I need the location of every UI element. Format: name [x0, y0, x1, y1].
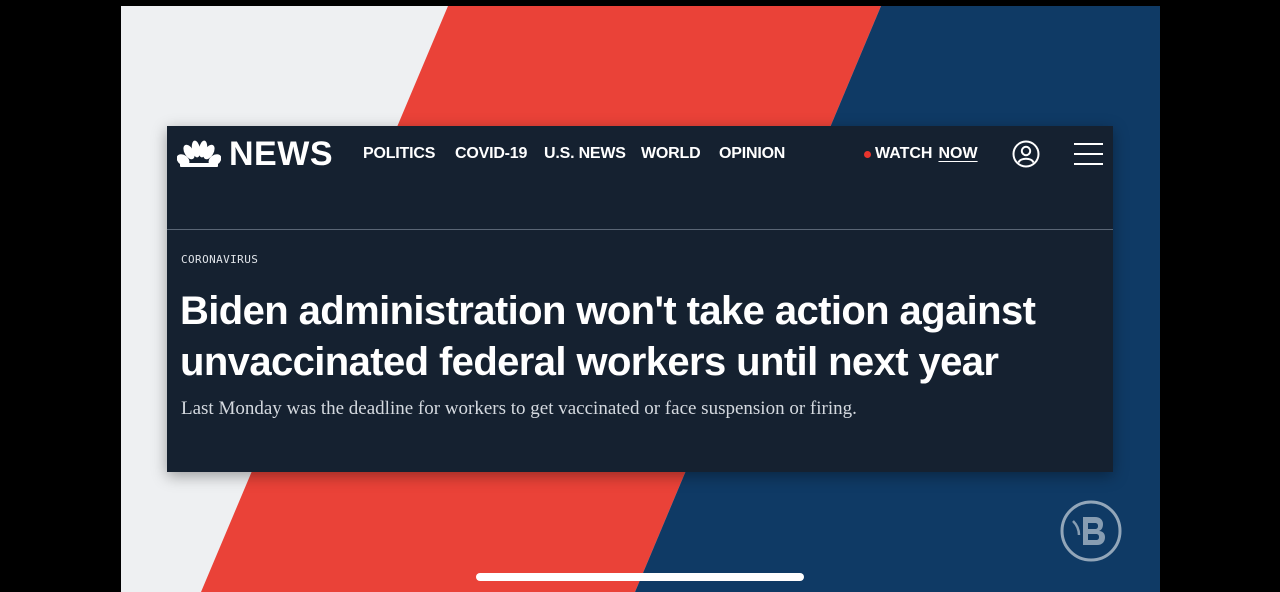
nav-item-us-news[interactable]: U.S. NEWS: [544, 145, 626, 163]
headline-line-1: Biden administration won't take action a…: [180, 289, 1036, 333]
nbc-peacock-icon: [177, 140, 221, 167]
live-dot-icon: [864, 150, 871, 158]
site-header: NEWS POLITICS COVID-19 U.S. NEWS WORLD O…: [167, 126, 1113, 182]
nav-item-politics[interactable]: POLITICS: [363, 145, 435, 163]
logo-wordmark: NEWS: [229, 135, 333, 173]
section-label[interactable]: CORONAVIRUS: [181, 253, 258, 266]
watch-now-link[interactable]: WATCH NOW: [864, 145, 978, 163]
channel-watermark-icon: [1059, 499, 1123, 568]
now-label: NOW: [938, 145, 978, 162]
header-divider: [167, 229, 1113, 230]
nav-item-world[interactable]: WORLD: [641, 145, 701, 163]
article-dek: Last Monday was the deadline for workers…: [181, 398, 857, 419]
article-card: NEWS POLITICS COVID-19 U.S. NEWS WORLD O…: [167, 126, 1113, 472]
hamburger-menu-icon[interactable]: [1074, 141, 1104, 172]
home-indicator[interactable]: [476, 573, 804, 581]
nav-item-covid-19[interactable]: COVID-19: [455, 145, 527, 163]
nav-item-opinion[interactable]: OPINION: [719, 145, 785, 163]
background-stage: NEWS POLITICS COVID-19 U.S. NEWS WORLD O…: [121, 6, 1160, 592]
headline-line-2: unvaccinated federal workers until next …: [180, 340, 999, 384]
nbc-news-logo[interactable]: NEWS: [177, 136, 333, 172]
user-circle-icon[interactable]: [1012, 140, 1040, 173]
article-headline: Biden administration won't take action a…: [180, 286, 1100, 388]
watch-label: WATCH: [875, 145, 933, 162]
